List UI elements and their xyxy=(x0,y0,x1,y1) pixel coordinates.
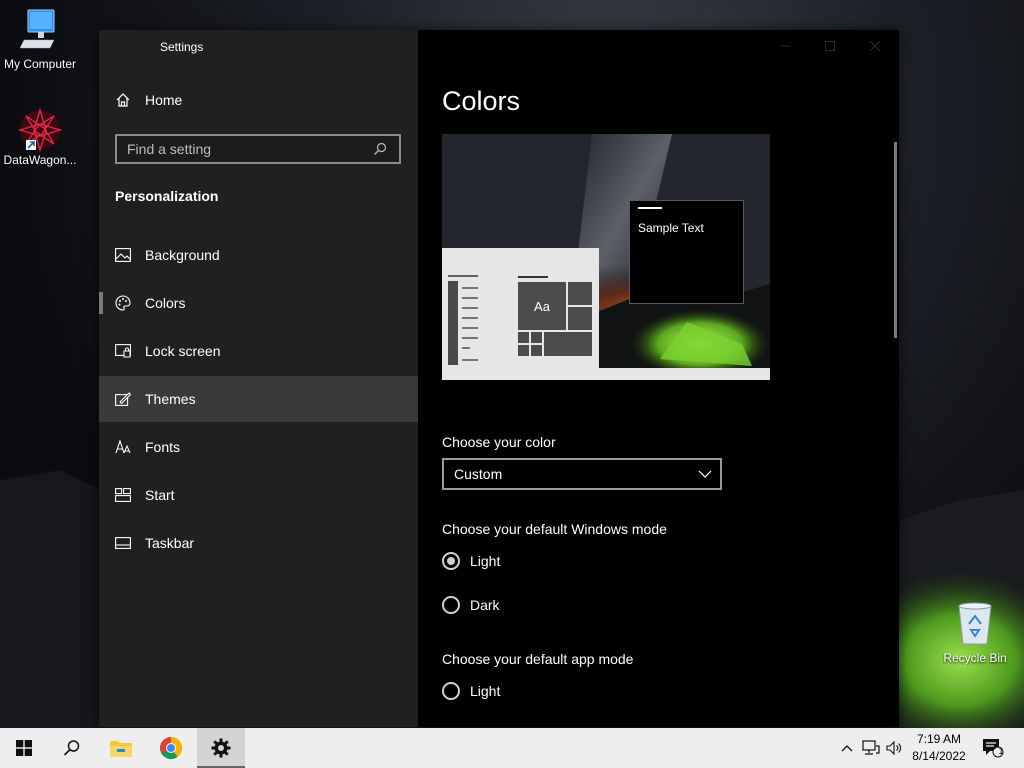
desktop-icon-datawagon[interactable]: DataWagon... xyxy=(0,106,80,167)
settings-sidebar: Settings Home Personalization Background xyxy=(99,30,418,727)
sidebar-item-label: Taskbar xyxy=(145,535,195,551)
folder-icon xyxy=(110,741,132,757)
sidebar-item-label: Themes xyxy=(145,391,196,407)
preview-tile xyxy=(544,332,592,356)
windows-mode-light-radio[interactable]: Light xyxy=(442,552,500,570)
dropdown-value: Custom xyxy=(454,466,503,482)
clock[interactable]: 7:19 AM 8/14/2022 xyxy=(906,731,972,765)
home-icon xyxy=(116,93,130,107)
start-icon xyxy=(115,487,131,503)
network-button[interactable] xyxy=(860,728,882,768)
clock-date: 8/14/2022 xyxy=(912,749,966,763)
preview-tile xyxy=(568,307,592,330)
fonts-icon xyxy=(115,439,131,455)
network-icon xyxy=(862,740,880,755)
preview-tile xyxy=(568,282,592,305)
notification-badge: 1 xyxy=(998,746,1004,756)
windows-mode-dark-radio[interactable]: Dark xyxy=(442,596,500,614)
volume-button[interactable] xyxy=(884,728,906,768)
start-button[interactable] xyxy=(0,728,48,768)
clock-time: 7:19 AM xyxy=(916,732,962,746)
theme-preview: Sample Text Aa xyxy=(442,134,770,380)
preview-sample-text: Sample Text xyxy=(638,221,704,235)
lock-screen-icon xyxy=(115,343,131,359)
radio-unselected-icon xyxy=(442,596,460,614)
chevron-down-icon xyxy=(698,470,712,478)
show-hidden-icons-button[interactable] xyxy=(838,728,856,768)
search-icon xyxy=(63,740,80,756)
preview-tile xyxy=(518,332,529,343)
home-label: Home xyxy=(145,92,183,108)
desktop-icon-recycle-bin[interactable]: Recycle Bin xyxy=(935,602,1015,665)
sidebar-item-colors[interactable]: Colors xyxy=(99,280,418,326)
preview-tile xyxy=(531,332,542,343)
preview-start-list xyxy=(448,275,478,361)
datawagon-logo-icon xyxy=(17,107,63,153)
windows-logo-icon xyxy=(16,740,32,756)
sidebar-item-start[interactable]: Start xyxy=(99,472,418,518)
desktop-icon-label: Recycle Bin xyxy=(943,651,1007,665)
palette-icon xyxy=(115,295,131,311)
colors-page: Colors Sample Text Aa Choose your color … xyxy=(418,30,899,727)
action-center-button[interactable]: 1 xyxy=(978,728,1008,768)
preview-dark-window: Sample Text xyxy=(629,200,744,304)
taskbar: 7:19 AM 8/14/2022 1 xyxy=(0,728,1024,768)
sidebar-item-fonts[interactable]: Fonts xyxy=(99,424,418,470)
chevron-up-icon xyxy=(841,745,853,752)
sidebar-item-label: Fonts xyxy=(145,439,181,455)
preview-title-bar xyxy=(638,207,662,209)
chrome-button[interactable] xyxy=(147,728,195,768)
desktop-icon-label: DataWagon... xyxy=(3,153,77,167)
sidebar-item-taskbar[interactable]: Taskbar xyxy=(99,520,418,566)
radio-label: Light xyxy=(470,683,501,699)
preview-tile xyxy=(518,345,529,356)
search-box xyxy=(115,134,401,164)
preview-taskbar xyxy=(442,368,770,380)
search-input[interactable] xyxy=(117,141,373,157)
preview-tile xyxy=(531,345,542,356)
sidebar-item-label: Colors xyxy=(145,295,186,311)
taskbar-icon xyxy=(115,535,131,551)
settings-taskbar-button[interactable] xyxy=(197,728,245,768)
color-mode-dropdown[interactable]: Custom xyxy=(442,458,722,490)
settings-window: Settings Home Personalization Background xyxy=(99,30,899,727)
themes-icon xyxy=(115,391,131,407)
image-icon xyxy=(115,247,131,263)
computer-icon xyxy=(19,9,55,49)
sidebar-item-label: Background xyxy=(145,247,220,263)
gear-icon xyxy=(211,738,231,758)
app-mode-label: Choose your default app mode xyxy=(442,651,634,667)
radio-label: Light xyxy=(470,553,501,569)
file-explorer-button[interactable] xyxy=(97,728,145,768)
app-mode-light-radio[interactable]: Light xyxy=(442,682,500,700)
sidebar-item-themes[interactable]: Themes xyxy=(99,376,418,422)
search-button[interactable] xyxy=(48,728,96,768)
sidebar-item-label: Lock screen xyxy=(145,343,221,359)
preview-tile-aa: Aa xyxy=(518,282,566,330)
sidebar-item-label: Start xyxy=(145,487,175,503)
chrome-icon xyxy=(160,737,183,760)
section-title: Personalization xyxy=(115,188,219,204)
recycle-bin-icon xyxy=(958,602,992,645)
choose-color-label: Choose your color xyxy=(442,434,556,450)
window-title: Settings xyxy=(160,40,204,54)
radio-selected-icon xyxy=(442,552,460,570)
search-icon[interactable] xyxy=(373,142,393,156)
preview-start-menu: Aa xyxy=(442,248,599,368)
speaker-icon xyxy=(886,740,901,756)
home-nav[interactable]: Home xyxy=(115,92,182,108)
radio-unselected-icon xyxy=(442,682,460,700)
page-title: Colors xyxy=(442,86,521,116)
sidebar-item-background[interactable]: Background xyxy=(99,232,418,278)
content-scrollbar[interactable] xyxy=(894,142,897,338)
radio-label: Dark xyxy=(470,597,500,613)
preview-tiles-header xyxy=(518,276,548,278)
desktop-icon-my-computer[interactable]: My Computer xyxy=(0,8,80,71)
desktop-icon-label: My Computer xyxy=(3,57,77,71)
windows-mode-label: Choose your default Windows mode xyxy=(442,521,667,537)
sidebar-item-lock-screen[interactable]: Lock screen xyxy=(99,328,418,374)
